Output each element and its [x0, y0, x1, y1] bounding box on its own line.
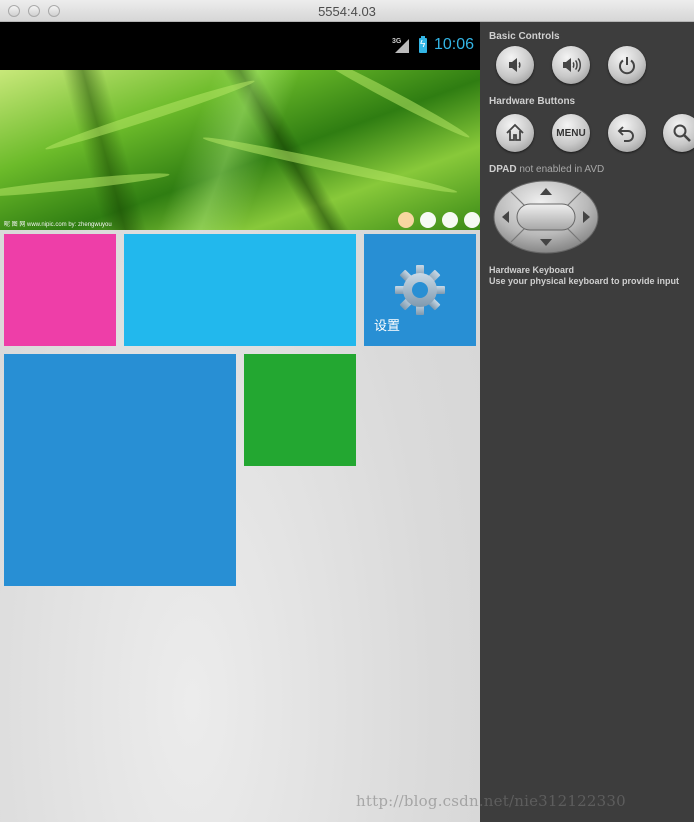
menu-button-label: MENU [556, 127, 586, 139]
status-clock: 10:06 [434, 36, 475, 53]
hardware-keyboard-heading: Hardware Keyboard [489, 265, 575, 275]
tile-settings[interactable]: 设置 [364, 234, 476, 346]
page-dot[interactable] [398, 212, 414, 228]
search-button[interactable] [663, 114, 694, 152]
dpad-status: not enabled in AVD [516, 164, 605, 175]
tile-blue-large[interactable] [4, 354, 236, 586]
tile-pink[interactable] [4, 234, 116, 346]
volume-down-button[interactable] [496, 46, 534, 84]
volume-up-icon [563, 57, 581, 73]
dpad-heading-label: DPAD [489, 164, 517, 175]
power-icon [619, 57, 635, 75]
power-button[interactable] [608, 46, 646, 84]
search-icon [673, 124, 691, 142]
back-arrow-icon [617, 126, 634, 142]
home-button[interactable] [496, 114, 534, 152]
tile-green[interactable] [244, 354, 356, 466]
page-dot[interactable] [442, 212, 458, 228]
blog-watermark: http://blog.csdn.net/nie312122330 [356, 792, 626, 810]
hardware-keyboard-hint: Use your physical keyboard to provide in… [489, 276, 680, 286]
page-dot[interactable] [464, 212, 480, 228]
grass-blade-decoration [308, 70, 472, 142]
grass-blade-decoration [0, 169, 170, 201]
emulator-controls-panel: Basic Controls Hardware Buttons MENU DPA… [480, 22, 694, 822]
back-button[interactable] [608, 114, 646, 152]
banner-page-indicator [398, 212, 480, 228]
battery-charging-icon: ϟ [419, 36, 427, 53]
page-dot[interactable] [420, 212, 436, 228]
menu-button[interactable]: MENU [552, 114, 590, 152]
dpad-control[interactable] [493, 180, 599, 254]
volume-down-icon [509, 58, 521, 72]
device-screen[interactable]: 3G ϟ 10:06 昵 图 网 www.nipic.com by: zheng… [0, 22, 480, 822]
tile-cyan[interactable] [124, 234, 356, 346]
basic-controls-heading: Basic Controls [489, 31, 560, 42]
window-titlebar: 5554:4.03 [0, 0, 694, 22]
grass-blade-decoration [201, 133, 459, 197]
hardware-buttons-heading: Hardware Buttons [489, 96, 576, 107]
status-bar: 3G ϟ 10:06 [0, 22, 480, 70]
signal-icon [395, 39, 409, 53]
dpad-heading: DPAD not enabled in AVD [489, 164, 604, 175]
banner-caption: 昵 图 网 www.nipic.com by: zhengwuyou [4, 222, 112, 228]
image-banner[interactable]: 昵 图 网 www.nipic.com by: zhengwuyou [0, 70, 480, 230]
gear-icon [395, 265, 445, 315]
volume-up-button[interactable] [552, 46, 590, 84]
window-title: 5554:4.03 [318, 4, 376, 19]
settings-tile-label: 设置 [374, 319, 401, 334]
home-icon [506, 123, 524, 141]
